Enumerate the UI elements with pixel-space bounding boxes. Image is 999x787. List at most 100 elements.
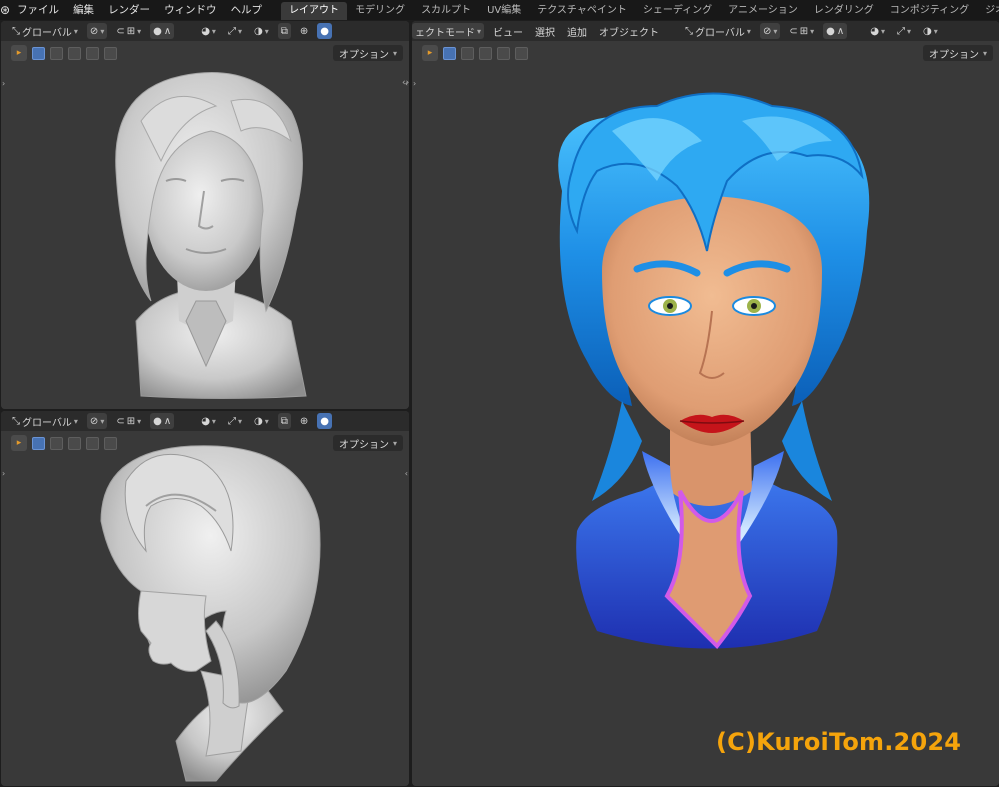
falloff-icon: ∧ bbox=[836, 25, 845, 37]
select-mode-intersect[interactable] bbox=[515, 46, 528, 60]
select-mode-new[interactable] bbox=[443, 46, 456, 60]
select-mode-invert[interactable] bbox=[86, 46, 99, 60]
proportional-edit-button[interactable]: ● ∧ bbox=[823, 23, 848, 39]
select-mode-subtract[interactable] bbox=[479, 46, 492, 60]
xray-button[interactable]: ⧉ bbox=[277, 23, 291, 39]
top-menubar: ⊛ ファイル 編集 レンダー ウィンドウ ヘルプ レイアウト モデリング スカル… bbox=[0, 0, 999, 20]
select-mode-invert[interactable] bbox=[497, 46, 510, 60]
snap-button[interactable]: ⊂ ⊞ ▾ bbox=[786, 23, 817, 39]
chevron-down-icon: ▾ bbox=[211, 26, 216, 36]
options-dropdown[interactable]: オプション ▾ bbox=[332, 435, 403, 451]
transform-orientation-dropdown[interactable]: ⤡ グローバル ▾ bbox=[9, 413, 81, 429]
select-mode-invert[interactable] bbox=[86, 436, 99, 450]
visibility-button[interactable]: ◕ ▾ bbox=[198, 413, 219, 429]
options-dropdown[interactable]: オプション ▾ bbox=[922, 45, 993, 61]
tab-layout[interactable]: レイアウト bbox=[281, 2, 348, 20]
area-split-handle-icon[interactable]: ‹› bbox=[402, 78, 409, 88]
viewport-bottom-left[interactable]: ⤡ グローバル ▾ ⊘ ▾ ⊂ ⊞ ▾ ● ∧ ◕ ▾ ⤢ ▾ ◑ ▾ ⧉ ⊕ ● ▸ オプシ… bbox=[1, 411, 409, 786]
proportional-edit-button[interactable]: ● ∧ bbox=[150, 23, 175, 39]
select-mode-extend[interactable] bbox=[50, 436, 63, 450]
viewport-header: ェクトモード ▾ ビュー 選択 追加 オブジェクト ⤡ グローバル ▾ ⊘ ▾ ⊂… bbox=[412, 21, 999, 41]
xray-button[interactable]: ⧉ bbox=[277, 413, 291, 429]
toolbar-expand-arrow-icon[interactable]: › bbox=[413, 79, 416, 88]
tab-modeling[interactable]: モデリング bbox=[347, 2, 413, 20]
visibility-button[interactable]: ◕ ▾ bbox=[198, 23, 219, 39]
falloff-icon: ∧ bbox=[163, 415, 172, 427]
tab-shading[interactable]: シェーディング bbox=[635, 2, 720, 20]
wireframe-icon: ⊕ bbox=[299, 25, 309, 37]
select-mode-subtract[interactable] bbox=[68, 436, 81, 450]
toolbar-expand-arrow-icon[interactable]: › bbox=[2, 469, 5, 478]
menu-edit[interactable]: 編集 bbox=[66, 0, 101, 20]
transform-orientation-dropdown[interactable]: ⤡ グローバル ▾ bbox=[682, 23, 754, 39]
workspace-tabs: レイアウト モデリング スカルプト UV編集 テクスチャペイント シェーディング… bbox=[281, 0, 999, 20]
select-mode-extend[interactable] bbox=[50, 46, 63, 60]
chevron-down-icon: ▾ bbox=[906, 26, 911, 36]
select-tool-icon[interactable]: ▸ bbox=[11, 45, 27, 61]
viewport-canvas[interactable] bbox=[1, 21, 409, 409]
object-mode-dropdown[interactable]: ェクトモード ▾ bbox=[412, 23, 485, 39]
tab-uv-editing[interactable]: UV編集 bbox=[479, 2, 529, 20]
menu-help[interactable]: ヘルプ bbox=[224, 0, 270, 20]
select-mode-subtract[interactable] bbox=[68, 46, 81, 60]
wireframe-shading-button[interactable]: ⊕ bbox=[297, 413, 311, 429]
gizmo-button[interactable]: ⤢ ▾ bbox=[225, 413, 245, 429]
chevron-down-icon: ▾ bbox=[237, 416, 242, 426]
chevron-down-icon: ▾ bbox=[137, 416, 142, 426]
pivot-point-button[interactable]: ⊘ ▾ bbox=[86, 23, 108, 39]
solid-shading-button[interactable]: ● bbox=[317, 413, 332, 429]
menu-render[interactable]: レンダー bbox=[101, 0, 157, 20]
options-dropdown[interactable]: オプション ▾ bbox=[332, 45, 403, 61]
select-tool-icon[interactable]: ▸ bbox=[422, 45, 438, 61]
menu-view[interactable]: ビュー bbox=[490, 23, 526, 39]
viewport-canvas[interactable] bbox=[412, 21, 999, 786]
solid-shading-button[interactable]: ● bbox=[317, 23, 332, 39]
tab-compositing[interactable]: コンポジティング bbox=[882, 2, 977, 20]
chevron-down-icon: ▾ bbox=[211, 416, 216, 426]
overlay-button[interactable]: ◑ ▾ bbox=[251, 413, 272, 429]
overlay-button[interactable]: ◑ ▾ bbox=[251, 23, 272, 39]
chevron-down-icon: ▾ bbox=[746, 26, 751, 36]
menu-window[interactable]: ウィンドウ bbox=[157, 0, 224, 20]
mode-label: ェクトモード bbox=[415, 27, 475, 39]
eye-icon: ◕ bbox=[870, 25, 879, 37]
proportional-edit-button[interactable]: ● ∧ bbox=[150, 413, 175, 429]
menu-object[interactable]: オブジェクト bbox=[596, 23, 662, 39]
snap-button[interactable]: ⊂ ⊞ ▾ bbox=[113, 23, 144, 39]
overlay-icon: ◑ bbox=[253, 25, 263, 37]
chevron-down-icon: ▾ bbox=[137, 26, 142, 36]
chevron-down-icon: ▾ bbox=[810, 26, 815, 36]
tab-rendering[interactable]: レンダリング bbox=[806, 2, 882, 20]
transform-orientation-dropdown[interactable]: ⤡ グローバル ▾ bbox=[9, 23, 81, 39]
menu-add[interactable]: 追加 bbox=[564, 23, 590, 39]
select-tool-icon[interactable]: ▸ bbox=[11, 435, 27, 451]
blender-logo-icon[interactable]: ⊛ bbox=[0, 0, 10, 20]
select-mode-intersect[interactable] bbox=[104, 436, 117, 450]
sidebar-expand-arrow-icon[interactable]: ‹ bbox=[405, 469, 408, 478]
wireframe-shading-button[interactable]: ⊕ bbox=[297, 23, 311, 39]
tab-animation[interactable]: アニメーション bbox=[720, 2, 806, 20]
viewport-right[interactable]: ェクトモード ▾ ビュー 選択 追加 オブジェクト ⤡ グローバル ▾ ⊘ ▾ ⊂… bbox=[412, 21, 999, 786]
viewport-top-left[interactable]: ⤡ グローバル ▾ ⊘ ▾ ⊂ ⊞ ▾ ● ∧ ◕ ▾ ⤢ ▾ ◑ ▾ ⧉ ⊕ ● ▸ オプシ… bbox=[1, 21, 409, 409]
viewport-canvas[interactable] bbox=[1, 411, 409, 786]
gizmo-button[interactable]: ⤢ ▾ bbox=[225, 23, 245, 39]
pivot-point-button[interactable]: ⊘ ▾ bbox=[759, 23, 781, 39]
snap-increment-icon: ⊞ bbox=[126, 415, 136, 427]
gizmo-button[interactable]: ⤢ ▾ bbox=[894, 23, 914, 39]
overlay-button[interactable]: ◑ ▾ bbox=[920, 23, 941, 39]
select-mode-new[interactable] bbox=[32, 436, 45, 450]
menu-select[interactable]: 選択 bbox=[532, 23, 558, 39]
chevron-down-icon: ▾ bbox=[880, 26, 885, 36]
select-mode-intersect[interactable] bbox=[104, 46, 117, 60]
toolbar-expand-arrow-icon[interactable]: › bbox=[2, 79, 5, 88]
tab-texture-paint[interactable]: テクスチャペイント bbox=[529, 2, 635, 20]
menu-file[interactable]: ファイル bbox=[10, 0, 66, 20]
select-mode-extend[interactable] bbox=[461, 46, 474, 60]
pivot-point-button[interactable]: ⊘ ▾ bbox=[86, 413, 108, 429]
tab-geometry[interactable]: ジオメトリ bbox=[977, 2, 999, 20]
visibility-button[interactable]: ◕ ▾ bbox=[867, 23, 888, 39]
tab-sculpt[interactable]: スカルプト bbox=[413, 2, 479, 20]
solid-sphere-icon: ● bbox=[320, 25, 329, 37]
select-mode-new[interactable] bbox=[32, 46, 45, 60]
snap-button[interactable]: ⊂ ⊞ ▾ bbox=[113, 413, 144, 429]
